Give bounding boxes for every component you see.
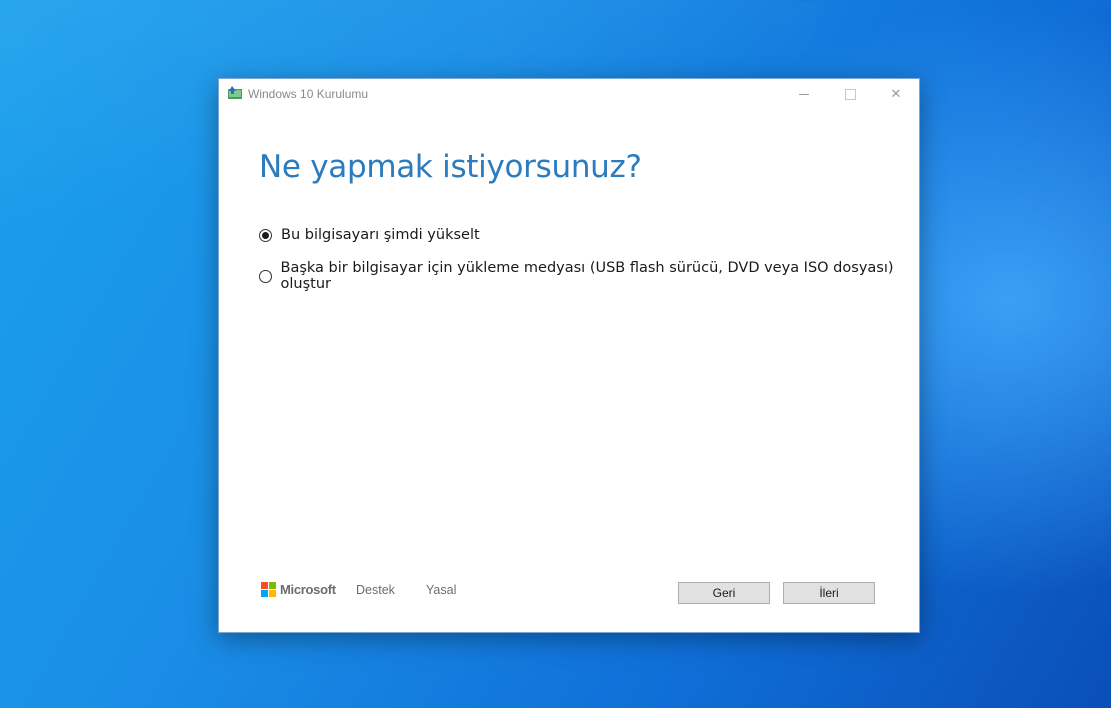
- next-button[interactable]: İleri: [783, 582, 875, 604]
- option-label: Başka bir bilgisayar için yükleme medyas…: [280, 260, 894, 292]
- microsoft-wordmark: Microsoft: [280, 582, 336, 597]
- radio-button[interactable]: [259, 269, 272, 283]
- close-button[interactable]: ✕: [873, 79, 919, 109]
- option-upgrade-this-pc[interactable]: Bu bilgisayarı şimdi yükselt: [259, 227, 480, 243]
- microsoft-grid-icon: [261, 582, 276, 597]
- legal-link[interactable]: Yasal: [426, 583, 456, 597]
- close-icon: ✕: [890, 86, 902, 101]
- microsoft-logo: Microsoft: [261, 582, 336, 597]
- radio-button-selected[interactable]: [259, 228, 272, 242]
- minimize-button[interactable]: [781, 79, 827, 109]
- option-label: Bu bilgisayarı şimdi yükselt: [281, 227, 480, 243]
- setup-window: Windows 10 Kurulumu ✕ Ne yapmak istiyors…: [218, 78, 920, 633]
- minimize-icon: [799, 93, 809, 95]
- window-title: Windows 10 Kurulumu: [248, 87, 369, 101]
- support-link[interactable]: Destek: [356, 583, 395, 597]
- maximize-icon: [844, 88, 856, 100]
- page-title: Ne yapmak istiyorsunuz?: [259, 149, 642, 185]
- option-create-installation-media[interactable]: Başka bir bilgisayar için yükleme medyas…: [259, 260, 919, 292]
- maximize-button[interactable]: [827, 79, 873, 109]
- back-button[interactable]: Geri: [678, 582, 770, 604]
- setup-app-icon: [228, 86, 242, 99]
- title-bar[interactable]: Windows 10 Kurulumu ✕: [219, 79, 919, 109]
